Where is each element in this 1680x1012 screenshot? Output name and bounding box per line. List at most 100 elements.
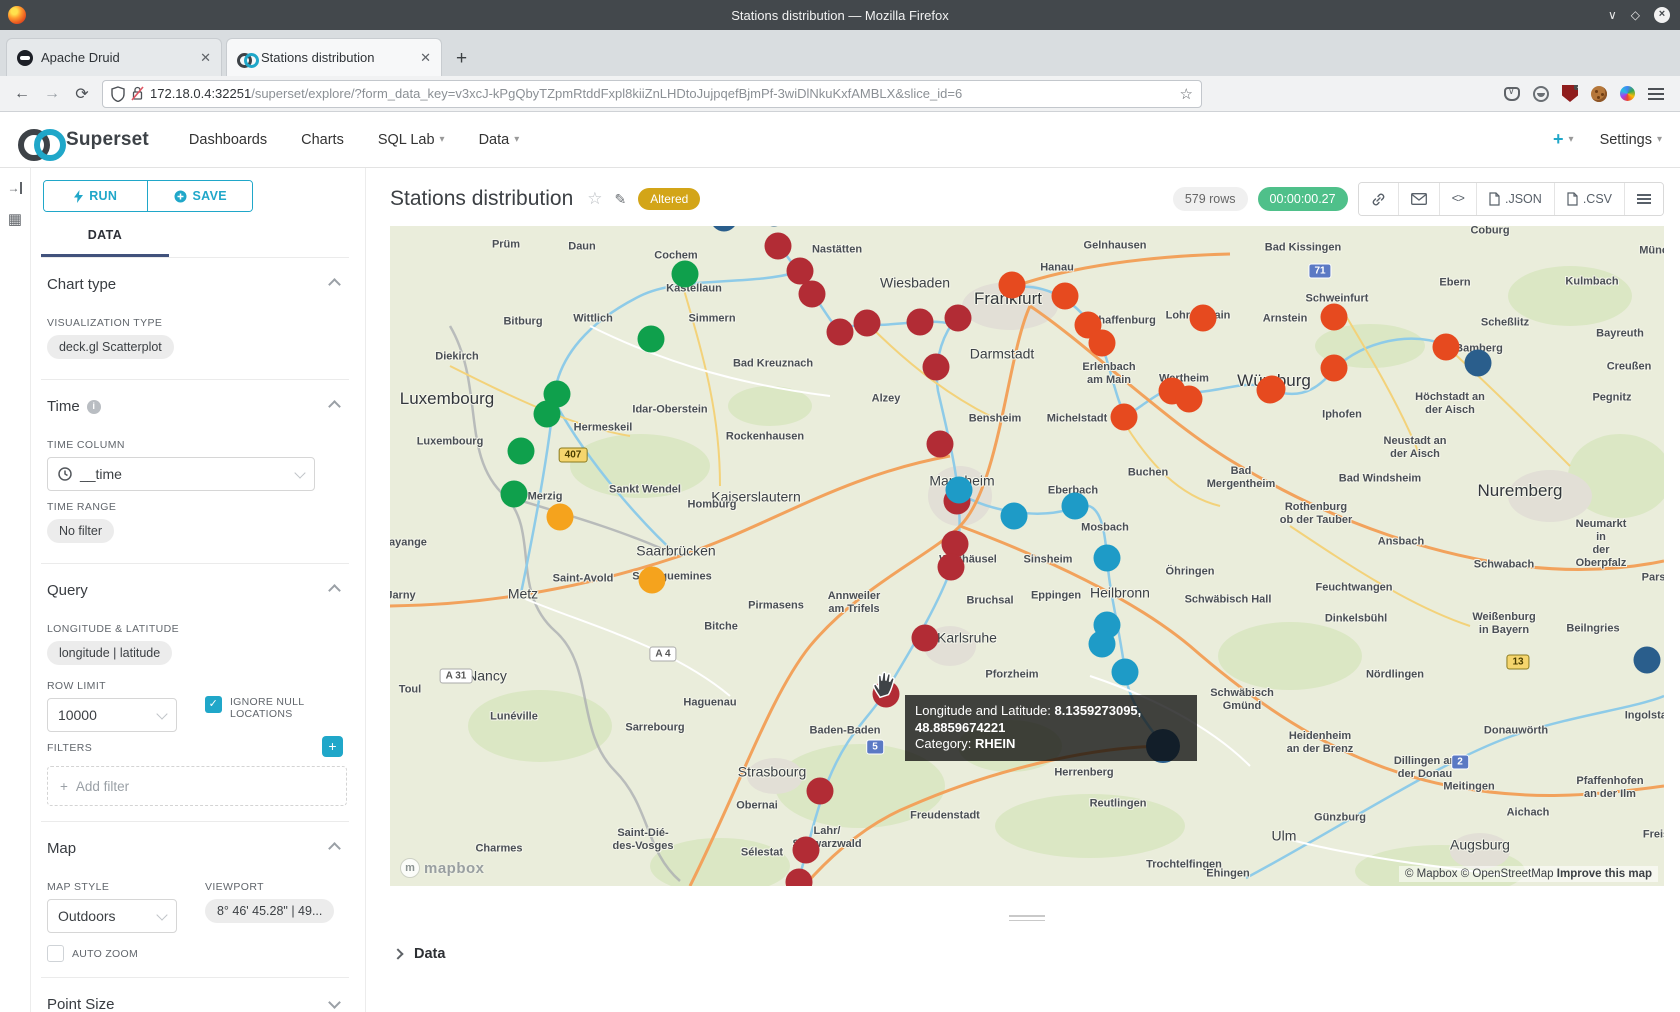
- map-point-darkred[interactable]: [927, 431, 954, 458]
- settings-menu[interactable]: Settings▾: [1600, 132, 1662, 148]
- edit-properties-icon[interactable]: ✎: [615, 191, 627, 208]
- map-point-orange[interactable]: [547, 504, 574, 531]
- export-csv-button[interactable]: .CSV: [1554, 183, 1624, 215]
- map-point-orangered[interactable]: [1321, 304, 1348, 331]
- map-point-green[interactable]: [501, 481, 528, 508]
- viz-type-value[interactable]: deck.gl Scatterplot: [47, 335, 174, 359]
- map-point-orange[interactable]: [639, 567, 666, 594]
- map-canvas[interactable]: PrümDaunCochemKastellaunSimmernWittlichB…: [390, 226, 1664, 886]
- map-point-teal[interactable]: [1089, 631, 1116, 658]
- map-point-orangered[interactable]: [1176, 386, 1203, 413]
- time-range-value[interactable]: No filter: [47, 519, 114, 543]
- save-button[interactable]: SAVE: [147, 181, 252, 211]
- tab-close-icon[interactable]: ✕: [420, 50, 431, 66]
- new-tab-button[interactable]: +: [446, 48, 477, 76]
- auto-zoom-row[interactable]: AUTO ZOOM: [47, 945, 187, 962]
- map-point-darkred[interactable]: [945, 305, 972, 332]
- embed-code-button[interactable]: <>: [1439, 183, 1476, 215]
- export-json-button[interactable]: .JSON: [1476, 183, 1554, 215]
- map-point-orangered[interactable]: [1321, 355, 1348, 382]
- row-limit-select[interactable]: 10000: [47, 698, 177, 732]
- superset-logo[interactable]: Superset: [18, 129, 149, 151]
- email-button[interactable]: [1398, 183, 1439, 215]
- map-point-teal[interactable]: [1001, 503, 1028, 530]
- forward-icon[interactable]: →: [42, 85, 62, 103]
- container-mask-icon[interactable]: [1533, 86, 1549, 102]
- chart-menu-button[interactable]: [1624, 183, 1663, 215]
- section-point-size[interactable]: Point Size: [47, 992, 347, 1012]
- map-point-orangered[interactable]: [1259, 376, 1286, 403]
- map-style-select[interactable]: Outdoors: [47, 899, 177, 933]
- pane-drag-handle[interactable]: [1009, 912, 1045, 924]
- improve-map-link[interactable]: Improve this map: [1557, 868, 1652, 880]
- map-point-teal[interactable]: [1094, 545, 1121, 572]
- bookmark-star-icon[interactable]: ☆: [1180, 85, 1193, 103]
- add-filter-box[interactable]: + Add filter: [47, 766, 347, 806]
- cookie-extension-icon[interactable]: [1591, 86, 1607, 102]
- map-point-orangered[interactable]: [1111, 404, 1138, 431]
- collapse-panel-icon[interactable]: →: [7, 182, 22, 194]
- map-point-darkred[interactable]: [938, 554, 965, 581]
- window-maximize-button[interactable]: ◇: [1631, 8, 1640, 22]
- nav-data[interactable]: Data▾: [479, 132, 520, 148]
- map-point-orangered[interactable]: [1433, 334, 1460, 361]
- altered-badge[interactable]: Altered: [638, 188, 700, 210]
- section-query[interactable]: Query: [47, 578, 347, 613]
- mapbox-logo[interactable]: m mapbox: [400, 858, 485, 878]
- insecure-lock-icon[interactable]: [131, 86, 144, 101]
- map-point-orangered[interactable]: [1089, 330, 1116, 357]
- map-point-darkred[interactable]: [799, 281, 826, 308]
- map-point-teal[interactable]: [946, 477, 973, 504]
- viewport-value[interactable]: 8° 46' 45.28" | 49...: [205, 899, 334, 923]
- map-point-green[interactable]: [534, 401, 561, 428]
- ignore-null-checkbox-row[interactable]: ✓ IGNORE NULL LOCATIONS: [205, 696, 335, 732]
- url-bar[interactable]: 172.18.0.4:32251/superset/explore/?form_…: [102, 80, 1202, 108]
- tab-data[interactable]: DATA: [41, 228, 169, 257]
- tab-stations-distribution[interactable]: Stations distribution ✕: [226, 38, 442, 76]
- map-point-orangered[interactable]: [1190, 305, 1217, 332]
- nav-dashboards[interactable]: Dashboards: [189, 132, 267, 148]
- map-point-green[interactable]: [508, 438, 535, 465]
- time-column-select[interactable]: __time: [47, 457, 315, 491]
- map-point-darkred[interactable]: [765, 233, 792, 260]
- map-point-green[interactable]: [638, 326, 665, 353]
- map-point-darkred[interactable]: [854, 310, 881, 337]
- map-point-teal[interactable]: [1112, 659, 1139, 686]
- add-filter-plus-button[interactable]: +: [322, 736, 343, 757]
- ublock-icon[interactable]: 2: [1562, 85, 1578, 102]
- map-point-darkred[interactable]: [912, 625, 939, 652]
- tab-apache-druid[interactable]: Apache Druid ✕: [6, 38, 222, 76]
- map-point-darkred[interactable]: [907, 309, 934, 336]
- new-item-button[interactable]: +▾: [1553, 129, 1574, 150]
- reload-icon[interactable]: ⟳: [72, 84, 92, 104]
- map-point-orangered[interactable]: [1052, 283, 1079, 310]
- nav-charts[interactable]: Charts: [301, 132, 344, 148]
- pocket-icon[interactable]: [1504, 87, 1520, 101]
- map-point-green[interactable]: [672, 261, 699, 288]
- extension-pinwheel-icon[interactable]: [1620, 86, 1635, 101]
- share-link-button[interactable]: [1359, 183, 1398, 215]
- tab-close-icon[interactable]: ✕: [200, 50, 211, 66]
- section-chart-type[interactable]: Chart type: [47, 272, 347, 307]
- map-point-teal[interactable]: [1062, 493, 1089, 520]
- window-close-button[interactable]: ×: [1654, 7, 1670, 23]
- datasource-grid-icon[interactable]: ▦: [8, 210, 22, 228]
- firefox-menu-icon[interactable]: [1648, 88, 1664, 100]
- section-time[interactable]: Timei: [47, 394, 347, 429]
- favorite-star-icon[interactable]: ☆: [587, 189, 602, 209]
- map-point-darkred[interactable]: [807, 778, 834, 805]
- run-button[interactable]: RUN: [44, 181, 148, 211]
- map-point-orangered[interactable]: [999, 272, 1026, 299]
- data-results-collapse[interactable]: Data: [390, 946, 1664, 962]
- map-point-darkred[interactable]: [827, 319, 854, 346]
- map-point-navy[interactable]: [1465, 350, 1492, 377]
- section-map[interactable]: Map: [47, 836, 347, 871]
- map-point-navy[interactable]: [1634, 647, 1661, 674]
- window-minimize-button[interactable]: ∨: [1608, 8, 1617, 22]
- nav-sql-lab[interactable]: SQL Lab▾: [378, 132, 445, 148]
- checkbox-unchecked-icon[interactable]: [47, 945, 64, 962]
- tracking-shield-icon[interactable]: [111, 86, 125, 102]
- checkbox-checked-icon[interactable]: ✓: [205, 696, 222, 713]
- map-point-darkred[interactable]: [923, 354, 950, 381]
- map-point-darkred[interactable]: [793, 837, 820, 864]
